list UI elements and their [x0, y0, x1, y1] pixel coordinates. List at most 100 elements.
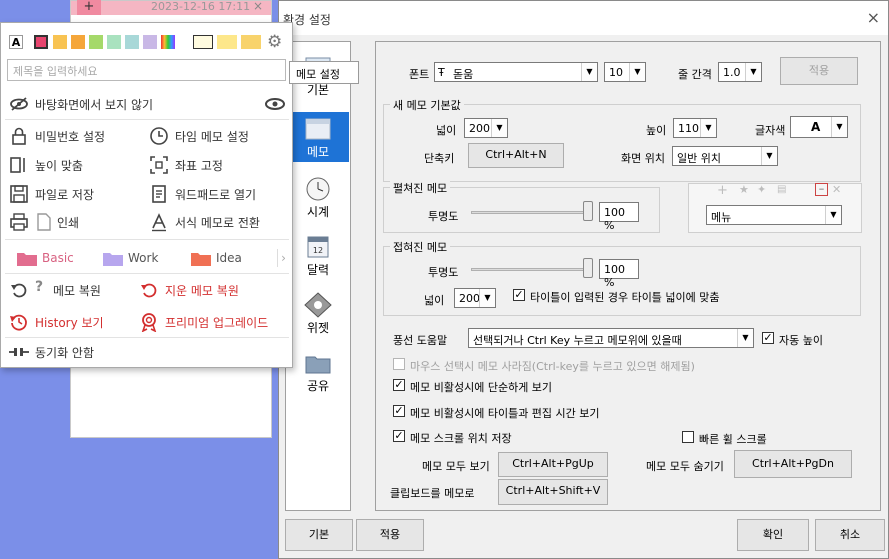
font-select[interactable]: Ŧ 돋움 ▼: [434, 62, 598, 82]
folder-label: Basic: [42, 251, 74, 265]
default-button[interactable]: 기본: [285, 519, 353, 551]
balloon-help-value: 선택되거나 Ctrl Key 누르고 메모위에 있을때: [473, 334, 682, 347]
title-input[interactable]: 제목을 입력하세요: [7, 59, 286, 81]
memo-close-button[interactable]: ×: [253, 0, 263, 13]
category-calendar[interactable]: 12 달력: [287, 230, 349, 280]
chevron-down-icon: ▼: [737, 329, 753, 347]
collapsed-opacity-slider[interactable]: [471, 268, 589, 271]
undo-icon: [141, 283, 157, 298]
fast-scroll-checkbox[interactable]: [682, 431, 694, 443]
menu-item-label: 파일로 저장: [35, 188, 95, 202]
auto-height-checkbox[interactable]: ✓: [762, 332, 774, 344]
color-swatch-mint[interactable]: [107, 35, 121, 49]
balloon-help-select[interactable]: 선택되거나 Ctrl Key 누르고 메모위에 있을때 ▼: [468, 328, 754, 348]
color-swatch-green[interactable]: [89, 35, 103, 49]
inactive-title-checkbox[interactable]: ✓: [393, 405, 405, 417]
new-memo-shortcut-button[interactable]: Ctrl+Alt+N: [468, 143, 564, 168]
chevron-down-icon: ▼: [831, 117, 847, 137]
style-swatch-pale-yellow[interactable]: [217, 35, 237, 49]
group-title: 펼쳐진 메모: [390, 180, 451, 196]
hide-all-label: 메모 모두 숨기기: [646, 460, 724, 473]
color-swatch-lavender[interactable]: [143, 35, 157, 49]
menu-item-label: 프리미엄 업그레이드: [165, 316, 269, 330]
font-color-select[interactable]: A ▼: [790, 116, 848, 138]
category-clock[interactable]: 시계: [287, 172, 349, 222]
category-widget[interactable]: 위젯: [287, 288, 349, 338]
mouse-hide-checkbox[interactable]: [393, 358, 405, 370]
menu-item-label: 비밀번호 설정: [35, 130, 106, 144]
truetype-icon: Ŧ: [438, 66, 445, 79]
font-color-value: A: [811, 120, 821, 134]
simple-inactive-label: 메모 비활성시에 단순하게 보기: [410, 381, 553, 394]
color-swatch-teal[interactable]: [125, 35, 139, 49]
color-swatch-yellow[interactable]: [53, 35, 67, 49]
height-label: 높이: [646, 124, 667, 137]
folder-icon: [191, 253, 211, 266]
clock-icon: [150, 127, 168, 145]
line-spacing-value: 1.0: [723, 66, 741, 79]
style-swatch-gold[interactable]: [241, 35, 261, 49]
category-list: 기본 메모 시계 12 달력 위젯 공유: [285, 41, 351, 511]
memo-settings-panel: 폰트 Ŧ 돋움 ▼ 10 ▼ 줄 간격 1.0 ▼ 적용 새 메모 기본값 넓이…: [375, 41, 881, 511]
height-select[interactable]: 110 ▼: [673, 118, 717, 138]
category-label: 공유: [306, 379, 330, 393]
font-color-icon[interactable]: A: [9, 35, 23, 49]
clipboard-shortcut-button[interactable]: Ctrl+Alt+Shift+V: [498, 479, 608, 505]
menu-select[interactable]: 메뉴 ▼: [706, 205, 842, 225]
category-memo[interactable]: 메모: [287, 112, 349, 162]
memo-date: 2023-12-16 17:11: [151, 0, 251, 13]
show-all-shortcut-button[interactable]: Ctrl+Alt+PgUp: [498, 452, 608, 477]
gear-icon[interactable]: ⚙: [267, 32, 282, 52]
background-memo-header: + 2023-12-16 17:11 ×: [71, 0, 271, 15]
color-swatch-red[interactable]: [34, 35, 48, 49]
memo-icon: ▤: [777, 184, 787, 195]
floppy-disk-icon: [10, 185, 28, 203]
screen-position-select[interactable]: 일반 위치 ▼: [672, 146, 778, 166]
slider-thumb[interactable]: [583, 258, 593, 278]
style-swatch-white[interactable]: [193, 35, 213, 49]
group-title: 접혀진 메모: [390, 239, 451, 255]
expanded-opacity-slider[interactable]: [471, 211, 589, 214]
eye-icon[interactable]: [264, 94, 286, 114]
width-select[interactable]: 200 ▼: [464, 118, 508, 138]
menu-item-label: 바탕화면에서 보지 않기: [35, 98, 154, 112]
mouse-hide-label: 마우스 선택시 메모 사라짐(Ctrl-key를 누르고 있으면 해제됨): [410, 360, 695, 373]
apply-button[interactable]: 적용: [356, 519, 424, 551]
document-icon: [152, 185, 166, 203]
dialog-close-button[interactable]: ×: [867, 8, 880, 27]
memo-settings-tooltip: 메모 설정: [289, 61, 359, 84]
color-swatch-rainbow[interactable]: [161, 35, 175, 49]
color-swatch-orange[interactable]: [71, 35, 85, 49]
collapsed-opacity-value: 100 %: [599, 259, 639, 289]
scroll-save-checkbox[interactable]: ✓: [393, 430, 405, 442]
slider-thumb[interactable]: [583, 201, 593, 221]
auto-height-label: 자동 높이: [779, 334, 823, 347]
separator: [5, 119, 289, 120]
font-apply-button[interactable]: 적용: [780, 57, 858, 85]
height-value: 110: [678, 122, 699, 135]
add-memo-button[interactable]: +: [77, 0, 101, 15]
menu-item-label: 지운 메모 복원: [165, 284, 239, 298]
folder-icon: [103, 253, 123, 266]
collapsed-width-select[interactable]: 200 ▼: [454, 288, 496, 308]
line-spacing-select[interactable]: 1.0 ▼: [718, 62, 762, 82]
ok-button[interactable]: 확인: [737, 519, 809, 551]
category-share[interactable]: 공유: [287, 346, 349, 396]
font-label: 폰트: [409, 68, 430, 81]
memo-window-icon: [305, 118, 331, 140]
cancel-button[interactable]: 취소: [815, 519, 885, 551]
simple-inactive-checkbox[interactable]: ✓: [393, 379, 405, 391]
hide-on-desktop-item[interactable]: 바탕화면에서 보지 않기: [9, 93, 285, 115]
chevron-down-icon: ▼: [700, 119, 716, 137]
chevron-down-icon: ▼: [825, 206, 841, 224]
printer-icon: [10, 213, 28, 231]
font-size-select[interactable]: 10 ▼: [604, 62, 646, 82]
title-fit-checkbox[interactable]: ✓: [513, 289, 525, 301]
scroll-right-arrow[interactable]: ›: [277, 249, 289, 267]
lock-icon: [12, 127, 26, 145]
menu-item-label: 워드패드로 열기: [175, 188, 257, 202]
clipboard-label: 클립보드를 메모로: [390, 487, 475, 500]
menu-item-label: 메모 복원: [53, 284, 101, 298]
hide-all-shortcut-button[interactable]: Ctrl+Alt+PgDn: [734, 450, 852, 478]
minimize-icon[interactable]: –: [815, 183, 828, 196]
